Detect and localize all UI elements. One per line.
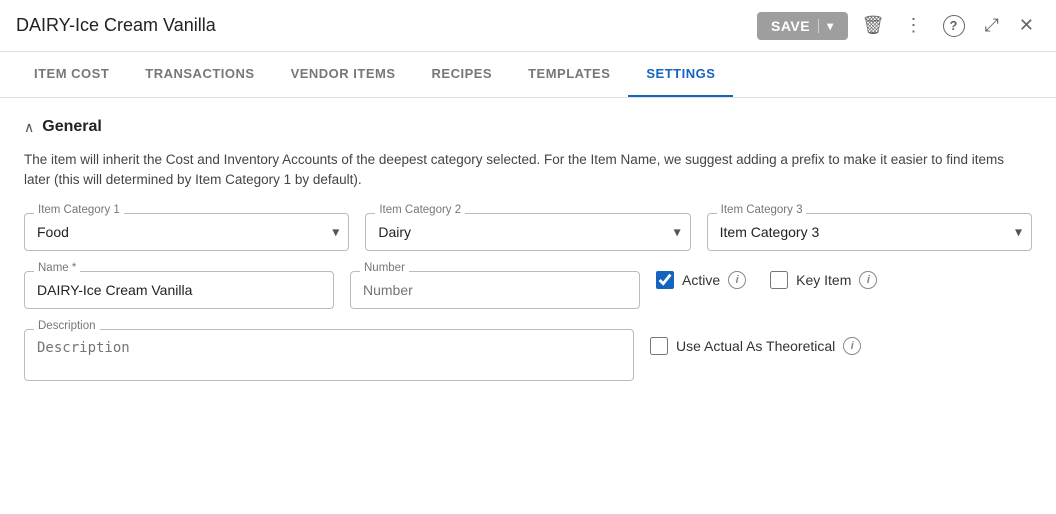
- tab-transactions[interactable]: TRANSACTIONS: [127, 52, 272, 97]
- description-row: Description Use Actual As Theoretical i: [24, 329, 1032, 381]
- active-label: Active: [682, 272, 720, 288]
- help-button[interactable]: ?: [937, 9, 971, 43]
- section-toggle[interactable]: ∧: [24, 119, 34, 136]
- tab-settings[interactable]: SETTINGS: [628, 52, 733, 97]
- more-options-button[interactable]: ⋮: [899, 9, 929, 42]
- more-icon: ⋮: [905, 15, 923, 36]
- use-actual-info-icon: i: [843, 337, 861, 355]
- active-info-icon: i: [728, 271, 746, 289]
- delete-icon: 🗑: [862, 15, 885, 36]
- category3-group: Item Category 3 Item Category 3: [707, 213, 1032, 251]
- category3-select-wrapper: Item Category 3: [707, 213, 1032, 251]
- save-label: SAVE: [771, 18, 810, 34]
- general-section-header: ∧ General: [24, 118, 1032, 136]
- use-actual-checkbox-row: Use Actual As Theoretical i: [650, 337, 861, 355]
- page-title: DAIRY-Ice Cream Vanilla: [16, 15, 216, 36]
- category3-select[interactable]: Item Category 3: [707, 213, 1032, 251]
- tab-vendor-items[interactable]: VENDOR ITEMS: [273, 52, 414, 97]
- category2-select[interactable]: Dairy Produce Meat: [365, 213, 690, 251]
- close-icon: ✕: [1019, 15, 1034, 36]
- key-item-info-icon: i: [859, 271, 877, 289]
- section-description: The item will inherit the Cost and Inven…: [24, 150, 1032, 191]
- number-group: Number: [350, 271, 640, 309]
- number-label: Number: [360, 262, 409, 274]
- category1-group: Item Category 1 Food Beverage Supplies: [24, 213, 349, 251]
- expand-button[interactable]: ⤢: [979, 9, 1005, 42]
- name-input[interactable]: [24, 271, 334, 309]
- tab-templates[interactable]: TEMPLATES: [510, 52, 628, 97]
- help-icon: ?: [943, 15, 965, 37]
- save-button[interactable]: SAVE ▾: [757, 12, 848, 40]
- description-input[interactable]: [24, 329, 634, 381]
- key-item-checkbox-row: Key Item i: [770, 271, 877, 289]
- use-actual-checkbox[interactable]: [650, 337, 668, 355]
- use-actual-label: Use Actual As Theoretical: [676, 338, 835, 354]
- tab-bar: ITEM COST TRANSACTIONS VENDOR ITEMS RECI…: [0, 52, 1056, 98]
- category2-select-wrapper: Dairy Produce Meat: [365, 213, 690, 251]
- settings-content: ∧ General The item will inherit the Cost…: [0, 98, 1056, 512]
- active-keyitem-row: Active i Key Item i: [656, 271, 936, 289]
- save-caret-icon[interactable]: ▾: [818, 19, 834, 33]
- name-row: Name * Number Active i Key Item i: [24, 271, 1032, 309]
- expand-icon: ⤢: [985, 15, 999, 36]
- category1-select-wrapper: Food Beverage Supplies: [24, 213, 349, 251]
- app-header: DAIRY-Ice Cream Vanilla SAVE ▾ 🗑 ⋮ ? ⤢ ✕: [0, 0, 1056, 52]
- close-button[interactable]: ✕: [1013, 9, 1040, 42]
- delete-button[interactable]: 🗑: [856, 9, 891, 42]
- active-checkbox[interactable]: [656, 271, 674, 289]
- category2-label: Item Category 2: [375, 204, 465, 216]
- category3-label: Item Category 3: [717, 204, 807, 216]
- key-item-checkbox[interactable]: [770, 271, 788, 289]
- number-input[interactable]: [350, 271, 640, 309]
- description-group: Description: [24, 329, 634, 381]
- active-checkbox-row: Active i: [656, 271, 746, 289]
- checkboxes-area: Active i Key Item i: [656, 271, 936, 289]
- category1-label: Item Category 1: [34, 204, 124, 216]
- category2-group: Item Category 2 Dairy Produce Meat: [365, 213, 690, 251]
- description-label: Description: [34, 320, 100, 332]
- name-group: Name *: [24, 271, 334, 309]
- tab-recipes[interactable]: RECIPES: [414, 52, 511, 97]
- section-title: General: [42, 118, 102, 136]
- category-row: Item Category 1 Food Beverage Supplies I…: [24, 213, 1032, 251]
- name-label: Name *: [34, 262, 80, 274]
- use-actual-area: Use Actual As Theoretical i: [650, 329, 930, 355]
- header-actions: SAVE ▾ 🗑 ⋮ ? ⤢ ✕: [757, 9, 1040, 43]
- key-item-label: Key Item: [796, 272, 851, 288]
- tab-item-cost[interactable]: ITEM COST: [16, 52, 127, 97]
- category1-select[interactable]: Food Beverage Supplies: [24, 213, 349, 251]
